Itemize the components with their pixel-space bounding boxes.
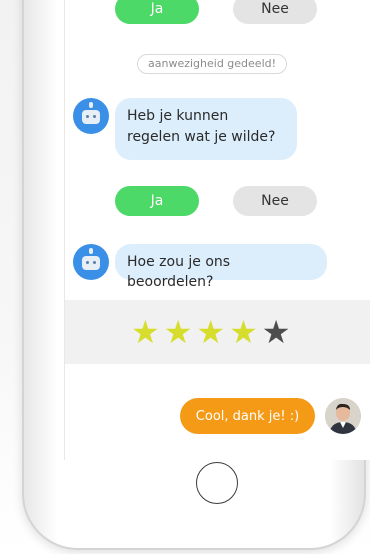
no-button[interactable]: Nee [233, 186, 317, 216]
bot-message: Hoe zou je ons beoordelen? [115, 244, 327, 290]
star-icon[interactable]: ★ [229, 314, 258, 350]
user-message: Cool, dank je! :) [180, 398, 315, 434]
chat-screen: Ja Nee aanwezigheid gedeeld! Heb je kunn… [64, 0, 370, 460]
star-icon[interactable]: ★ [131, 314, 160, 350]
phone-frame: Ja Nee aanwezigheid gedeeld! Heb je kunn… [22, 0, 370, 550]
robot-avatar-icon [73, 244, 109, 280]
bot-message: Heb je kunnen regelen wat je wilde? [115, 98, 297, 160]
home-button[interactable] [196, 462, 238, 504]
no-button[interactable]: Nee [233, 0, 317, 24]
star-icon[interactable]: ★ [164, 314, 193, 350]
yes-button[interactable]: Ja [115, 0, 199, 24]
user-photo-avatar [325, 398, 361, 434]
robot-avatar-icon [73, 98, 109, 134]
yes-button[interactable]: Ja [115, 186, 199, 216]
star-icon[interactable]: ★ [262, 314, 291, 350]
star-rating[interactable]: ★ ★ ★ ★ ★ [131, 314, 290, 350]
presence-shared-notice: aanwezigheid gedeeld! [137, 54, 288, 74]
star-icon[interactable]: ★ [196, 314, 225, 350]
